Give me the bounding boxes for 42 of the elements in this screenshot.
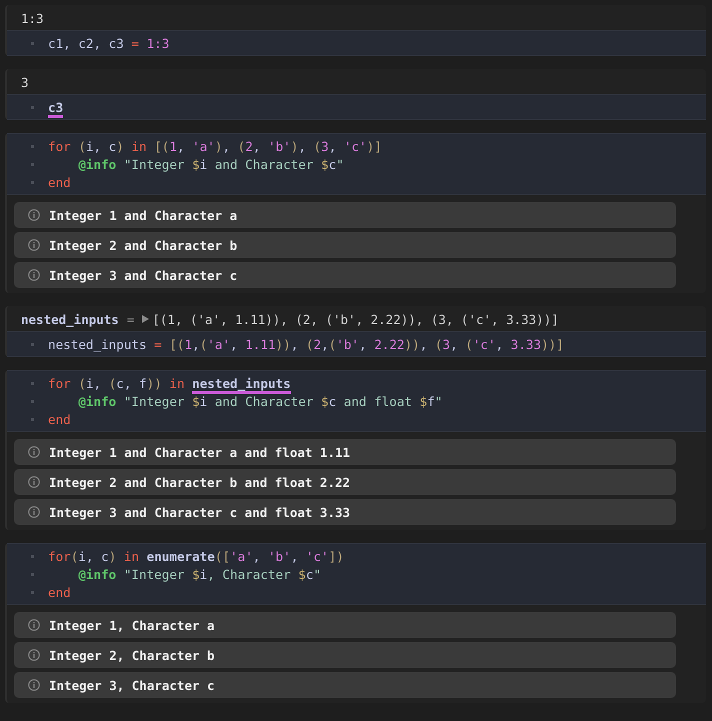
- log-text: Integer 3 and Character c: [49, 268, 238, 282]
- info-icon: [28, 476, 40, 488]
- log-text: Integer 2 and Character b: [49, 238, 238, 252]
- log-text: Integer 1 and Character a and float 1.11: [49, 444, 350, 460]
- code-line: end: [48, 584, 71, 600]
- code-line: end: [48, 174, 71, 190]
- info-icon: [28, 209, 40, 221]
- code-line: end: [48, 412, 71, 426]
- code-line: @info "Integer $i, Character $c": [77, 566, 322, 582]
- info-icon: [28, 446, 40, 458]
- code-line: nested_inputs = [(1,('a', 1.11)), (2,('b', 2.22)), (3, ('c', 3.33))]: [48, 336, 564, 352]
- assignment-sign: =: [126, 312, 134, 326]
- info-icon: [28, 619, 40, 631]
- log-text: Integer 1, Character a: [49, 618, 215, 632]
- info-icon: [28, 239, 40, 251]
- output-value: 3: [21, 74, 29, 90]
- code-editor[interactable]: c1, c2, c3 = 1:3: [7, 30, 706, 56]
- code-line: for (i, c) in [(1, 'a'), (2, 'b'), (3, 'c')]: [48, 138, 382, 154]
- code-editor[interactable]: for (i, c) in [(1, 'a'), (2, 'b'), (3, 'c')] @info "Integer $i and Character $c" end: [7, 133, 706, 195]
- code-line: c3: [48, 100, 64, 114]
- output-variable-name: nested_inputs: [21, 312, 119, 326]
- log-text: Integer 3, Character c: [49, 678, 215, 692]
- code-editor[interactable]: for(i, c) in enumerate(['a', 'b', 'c']) @info "Integer $i, Character $c" end: [7, 543, 706, 605]
- log-text: Integer 3 and Character c and float 3.33: [49, 504, 350, 520]
- code-editor[interactable]: nested_inputs = [(1,('a', 1.11)), (2,('b', 2.22)), (3, ('c', 3.33))]: [7, 331, 706, 357]
- log-text: Integer 2 and Character b and float 2.22: [49, 474, 350, 490]
- output-value: 1:3: [21, 10, 44, 26]
- log-text: Integer 1 and Character a: [49, 208, 238, 222]
- code-line: @info "Integer $i and Character $c and float $f": [77, 394, 442, 408]
- code-editor[interactable]: c3: [7, 94, 706, 120]
- info-icon: [28, 506, 40, 518]
- code-line: @info "Integer $i and Character $c": [77, 156, 344, 172]
- log-text: Integer 2, Character b: [49, 648, 215, 662]
- info-icon: [28, 679, 40, 691]
- info-icon: [28, 269, 40, 281]
- expand-triangle-icon[interactable]: [142, 315, 150, 323]
- code-line: c1, c2, c3 = 1:3: [48, 36, 170, 50]
- code-line: for(i, c) in enumerate(['a', 'b', 'c']): [48, 548, 344, 564]
- info-icon: [28, 649, 40, 661]
- output-value: [(1, ('a', 1.11)), (2, ('b', 2.22)), (3, ('c', 3.33))]: [152, 312, 559, 326]
- code-editor[interactable]: for (i, (c, f)) in nested_inputs @info "Integer $i and Character $c and float $f" end: [7, 370, 706, 432]
- code-line: for (i, (c, f)) in nested_inputs: [48, 376, 291, 390]
